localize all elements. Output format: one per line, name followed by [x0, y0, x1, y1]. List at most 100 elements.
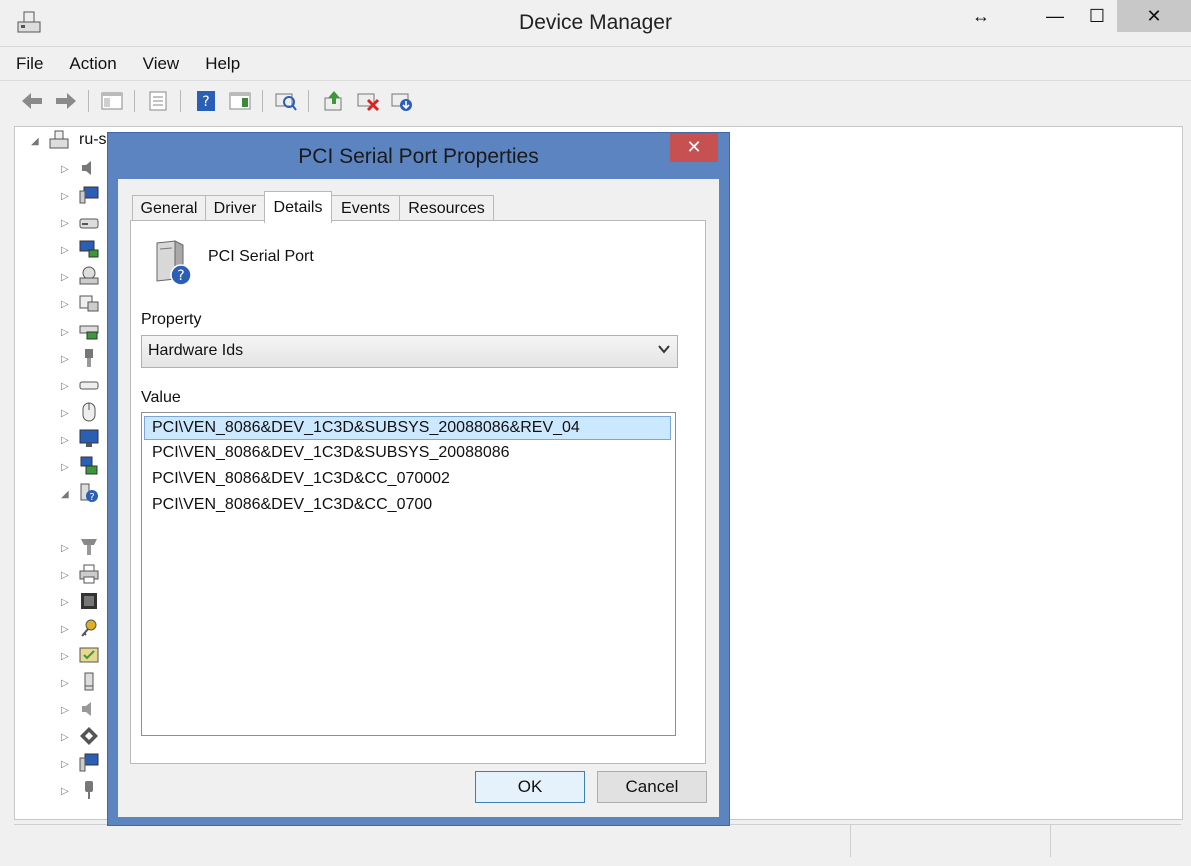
tree-expand-icon[interactable]: ▷ — [61, 652, 71, 662]
title-bar: Device Manager ↔ — ☐ ✕ — [0, 0, 1191, 46]
tree-expand-icon[interactable]: ▷ — [61, 436, 71, 446]
tree-expand-icon[interactable]: ▷ — [61, 706, 71, 716]
security-devices-icon — [81, 619, 97, 637]
menu-view[interactable]: View — [133, 54, 190, 74]
menu-help[interactable]: Help — [195, 54, 250, 74]
tab-general[interactable]: General — [132, 195, 206, 222]
minimize-button[interactable]: — — [1033, 0, 1077, 32]
toolbar-divider — [180, 90, 181, 112]
cancel-button[interactable]: Cancel — [597, 771, 707, 803]
dvd-cd-rom-drives-icon — [79, 266, 99, 285]
mice-icon — [82, 402, 96, 422]
tree-expand-icon[interactable]: ▷ — [61, 219, 71, 229]
list-item[interactable]: PCI\VEN_8086&DEV_1C3D&SUBSYS_20088086&RE… — [144, 416, 671, 440]
tree-expand-icon[interactable]: ▷ — [61, 598, 71, 608]
maximize-button[interactable]: ☐ — [1077, 0, 1117, 32]
back-arrow-icon[interactable] — [20, 90, 44, 112]
tab-events[interactable]: Events — [331, 195, 400, 222]
status-cell — [1050, 825, 1181, 857]
tree-expand-icon[interactable]: ▷ — [61, 165, 71, 175]
resize-arrows-icon[interactable]: ↔ — [962, 0, 1000, 32]
storage-controllers-icon — [84, 672, 94, 691]
value-list[interactable]: PCI\VEN_8086&DEV_1C3D&SUBSYS_20088086&RE… — [141, 412, 676, 736]
sound-video-game-controllers-icon — [82, 702, 91, 716]
update-driver-icon[interactable] — [322, 90, 346, 112]
status-cell — [850, 825, 1050, 857]
tree-expand-icon[interactable]: ▷ — [61, 760, 71, 770]
scan-hardware-changes-icon[interactable] — [274, 90, 298, 112]
print-queues-icon — [79, 564, 99, 584]
tree-collapse-icon[interactable]: ◢ — [61, 490, 71, 500]
toolbar: ? — [0, 80, 1191, 121]
tree-expand-icon[interactable]: ▷ — [61, 382, 71, 392]
list-item[interactable]: PCI\VEN_8086&DEV_1C3D&CC_0700 — [144, 493, 671, 517]
list-item[interactable]: PCI\VEN_8086&DEV_1C3D&SUBSYS_20088086 — [144, 441, 671, 465]
window-title: Device Manager — [519, 11, 672, 34]
property-label: Property — [141, 311, 202, 328]
svg-text:?: ? — [202, 94, 209, 110]
ok-button[interactable]: OK — [475, 771, 585, 803]
chevron-down-icon — [658, 345, 670, 354]
svg-text:?: ? — [177, 268, 184, 284]
tree-expand-icon[interactable]: ▷ — [61, 544, 71, 554]
forward-arrow-icon[interactable] — [54, 90, 78, 112]
tab-details[interactable]: Details — [264, 191, 332, 223]
uninstall-device-icon[interactable] — [356, 90, 380, 112]
tab-resources[interactable]: Resources — [399, 195, 494, 222]
toolbar-divider — [262, 90, 263, 112]
dialog-close-button[interactable]: ✕ — [670, 133, 718, 162]
network-adapters-icon — [80, 456, 98, 475]
audio-inputs-icon — [82, 161, 91, 175]
toolbar-divider — [134, 90, 135, 112]
toolbar-divider — [308, 90, 309, 112]
tree-expand-icon[interactable]: ▷ — [61, 192, 71, 202]
ide-controllers-icon — [79, 325, 99, 340]
dialog-body: General Driver Details Events Resources … — [118, 179, 719, 817]
processors-icon — [81, 593, 97, 609]
property-dropdown[interactable]: Hardware Ids — [141, 335, 678, 368]
details-panel: ? PCI Serial Port Property Hardware Ids … — [130, 220, 706, 764]
ports-icon — [81, 539, 97, 555]
computer-category-icon — [79, 186, 99, 204]
tree-collapse-icon[interactable]: ◢ — [31, 137, 41, 147]
help-icon[interactable]: ? — [194, 90, 218, 112]
list-item[interactable]: PCI\VEN_8086&DEV_1C3D&CC_070002 — [144, 467, 671, 491]
unknown-device-icon: ? — [156, 240, 191, 286]
show-hide-console-tree-icon[interactable] — [100, 90, 124, 112]
tree-expand-icon[interactable]: ▷ — [61, 246, 71, 256]
close-button[interactable]: ✕ — [1117, 0, 1191, 32]
tree-expand-icon[interactable]: ▷ — [61, 733, 71, 743]
properties-icon[interactable] — [146, 90, 170, 112]
universal-serial-bus-controllers-icon — [79, 753, 99, 772]
tree-expand-icon[interactable]: ▷ — [61, 300, 71, 310]
tree-expand-icon[interactable]: ▷ — [61, 787, 71, 797]
menu-file[interactable]: File — [6, 54, 53, 74]
disk-drives-icon — [79, 218, 99, 229]
ieee-1394-controllers-icon — [85, 349, 93, 367]
menu-action[interactable]: Action — [59, 54, 126, 74]
system-devices-icon — [80, 727, 98, 745]
software-devices-icon — [79, 647, 99, 663]
tree-expand-icon[interactable]: ▷ — [61, 273, 71, 283]
show-hide-action-pane-icon[interactable] — [228, 90, 252, 112]
menu-bar: File Action View Help — [0, 46, 1191, 81]
disable-device-icon[interactable] — [390, 90, 414, 112]
tab-driver[interactable]: Driver — [205, 195, 265, 222]
device-name: PCI Serial Port — [208, 248, 314, 265]
svg-text:?: ? — [89, 492, 94, 503]
computer-icon — [49, 130, 69, 149]
tree-expand-icon[interactable]: ▷ — [61, 328, 71, 338]
usb-device-icon — [85, 781, 93, 799]
tree-expand-icon[interactable]: ▷ — [61, 625, 71, 635]
tree-expand-icon[interactable]: ▷ — [61, 355, 71, 365]
tree-expand-icon[interactable]: ▷ — [61, 409, 71, 419]
other-devices-icon: ? — [80, 483, 98, 503]
toolbar-divider — [88, 90, 89, 112]
dialog-title: PCI Serial Port Properties — [298, 145, 539, 168]
human-interface-devices-icon — [79, 295, 99, 312]
tree-root-label[interactable]: ru-s — [79, 131, 107, 149]
properties-dialog: PCI Serial Port Properties ✕ General Dri… — [107, 132, 730, 826]
tree-expand-icon[interactable]: ▷ — [61, 571, 71, 581]
tree-expand-icon[interactable]: ▷ — [61, 463, 71, 473]
tree-expand-icon[interactable]: ▷ — [61, 679, 71, 689]
